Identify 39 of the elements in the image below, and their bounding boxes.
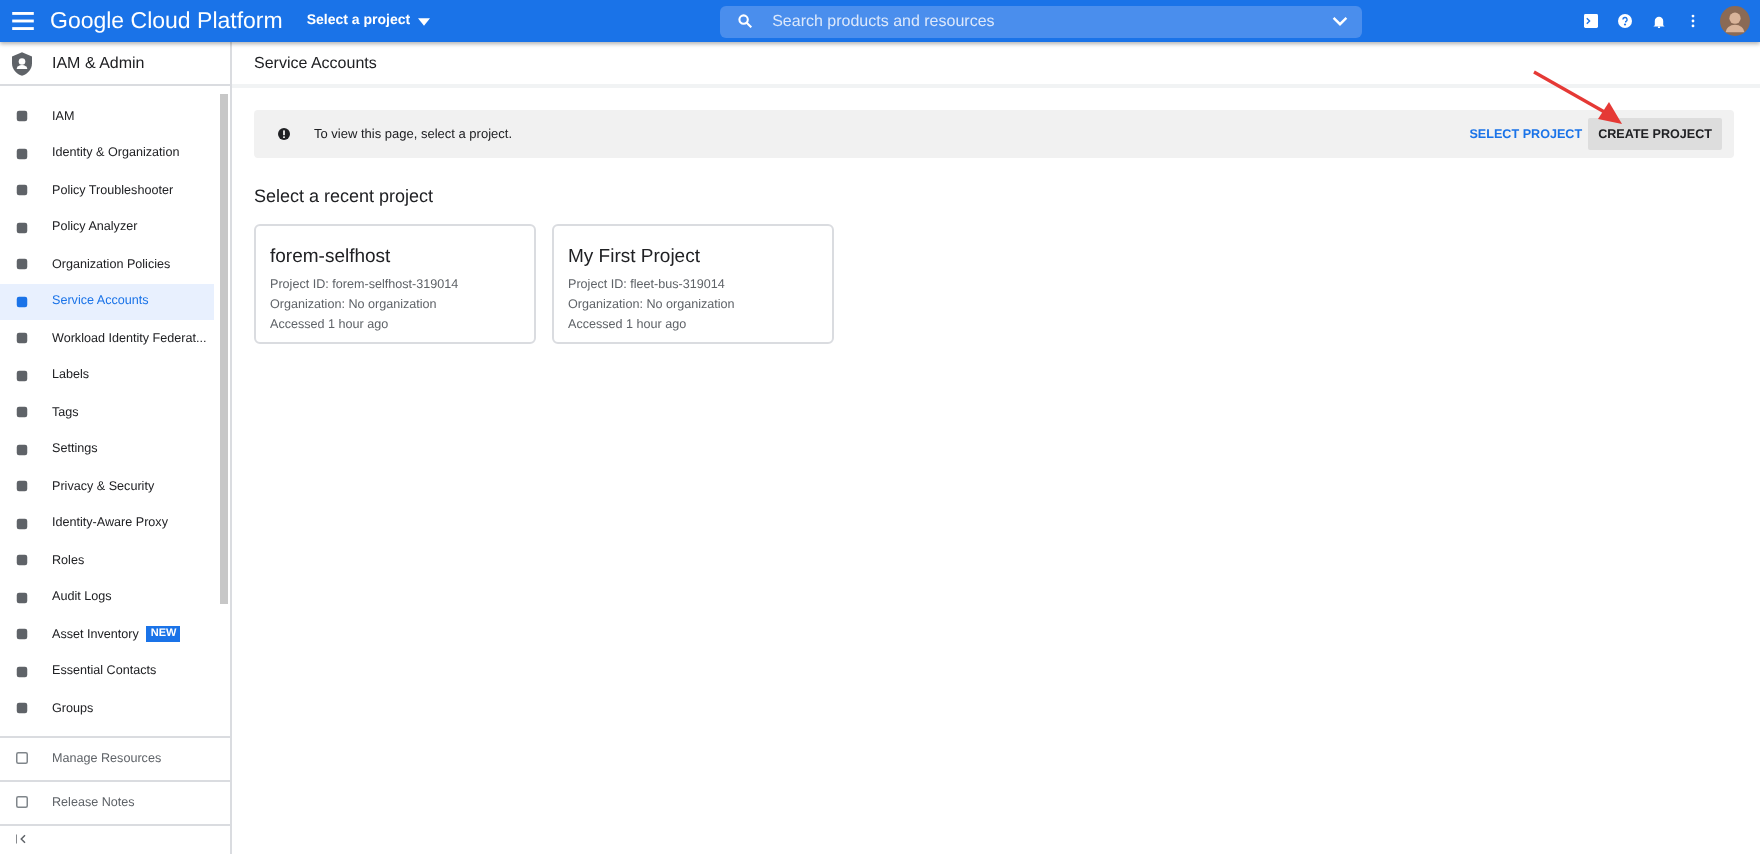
search-input[interactable]: Search products and resources (772, 12, 1333, 30)
nav-icon (16, 665, 28, 678)
nav-icon (16, 443, 28, 456)
scrollbar[interactable] (220, 94, 228, 604)
nav-icon (16, 591, 28, 604)
nav-icon (16, 406, 28, 419)
nav-icon (16, 295, 28, 308)
search-icon (738, 14, 753, 28)
info-icon (278, 128, 290, 140)
product-name[interactable]: Google Cloud Platform (50, 9, 283, 33)
shield-icon (12, 51, 32, 75)
nav-icon (16, 221, 28, 234)
help-icon[interactable] (1618, 14, 1632, 28)
project-name: My First Project (568, 246, 702, 268)
nav-icon (16, 480, 28, 493)
nav-icon (16, 628, 28, 641)
caret-icon (418, 17, 431, 25)
nav-icon (16, 517, 28, 530)
page-title: Service Accounts (232, 42, 1760, 88)
section-heading: Select a recent project (254, 186, 436, 206)
collapse-icon[interactable] (16, 834, 28, 845)
more-icon[interactable] (1686, 14, 1700, 28)
chevron-icon (1332, 16, 1349, 26)
avatar[interactable] (1720, 6, 1750, 36)
nav-icon (16, 369, 28, 382)
nav-icon (16, 184, 28, 197)
nav-icon (16, 147, 28, 160)
search-field[interactable]: Search products and resources (720, 5, 1363, 37)
nav-icon (16, 110, 28, 123)
project-name: forem-selfhost (270, 246, 393, 268)
bell-icon[interactable] (1652, 14, 1666, 28)
sidebar-title: IAM & Admin (52, 54, 145, 72)
terminal-icon[interactable] (1584, 14, 1598, 28)
nav-icon (16, 332, 28, 345)
arrow-annotation (1533, 70, 1622, 124)
menu-icon[interactable] (12, 12, 34, 30)
nav-icon (16, 702, 28, 715)
nav-icon (16, 258, 28, 271)
nav-icon (16, 554, 28, 567)
